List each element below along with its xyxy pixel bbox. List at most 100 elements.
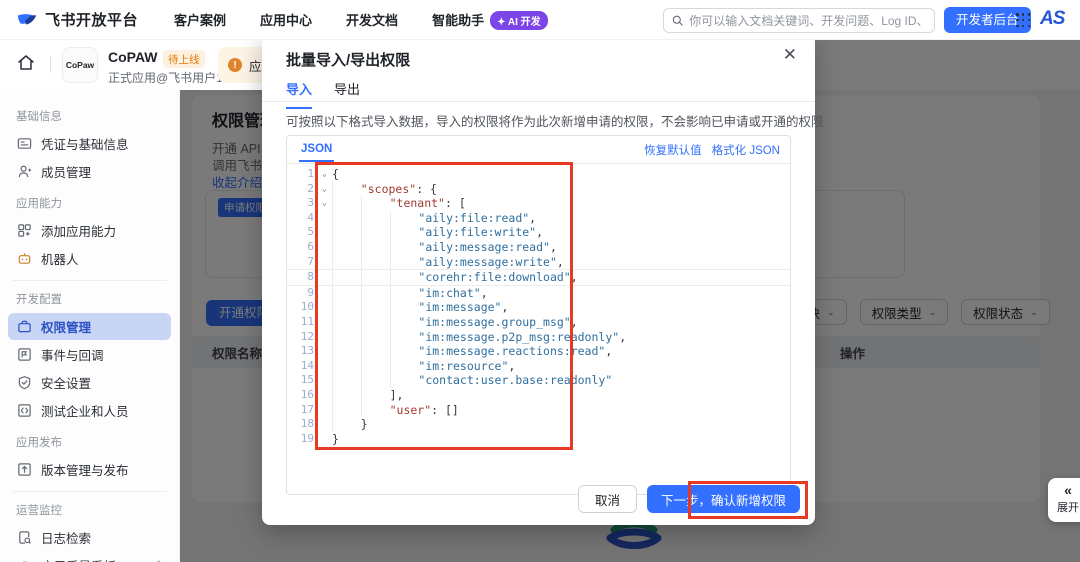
indent-guide [332, 182, 361, 197]
code-token: , [605, 344, 612, 359]
code-line[interactable]: 12"im:message.p2p_msg:readonly", [287, 330, 790, 345]
close-icon[interactable]: ✕ [783, 46, 797, 63]
apps-grid-icon[interactable] [1016, 13, 1031, 28]
editor-actions: 恢复默认值 格式化 JSON [644, 142, 780, 158]
code-line[interactable]: 4"aily:file:read", [287, 211, 790, 226]
nav-item-appcenter[interactable]: 应用中心 [260, 10, 312, 29]
code-line[interactable]: 17"user": [] [287, 403, 790, 418]
indent-guide [361, 330, 390, 345]
home-icon[interactable] [16, 53, 40, 77]
modal-footer: 取消 下一步，确认新增权限 [578, 485, 800, 513]
code-line[interactable]: 13"im:message.reactions:read", [287, 344, 790, 359]
indent-guide [361, 225, 390, 240]
code-line[interactable]: 5"aily:file:write", [287, 225, 790, 240]
code-line[interactable]: 19} [287, 432, 790, 447]
indent-guide [390, 255, 419, 270]
indent-guide [390, 344, 419, 359]
code-token: , [501, 300, 508, 315]
sidebar-item-events[interactable]: 事件与回调 [8, 341, 171, 368]
nav-item-docs[interactable]: 开发文档 [346, 10, 398, 29]
fold-chevron-icon[interactable]: ⌄ [317, 196, 332, 211]
code-line[interactable]: 2⌄"scopes": { [287, 182, 790, 197]
brand-logo[interactable]: 飞书开放平台 [16, 9, 138, 30]
app-name: CoPAW [108, 49, 158, 65]
fold-gutter [317, 300, 332, 315]
sidebar-item-logs[interactable]: 日志检索 [8, 524, 171, 551]
code-line[interactable]: 1⌄{ [287, 167, 790, 182]
sidebar-item-add-capability[interactable]: 添加应用能力 [8, 217, 171, 244]
indent-guide [361, 196, 390, 211]
code-token: "im:chat" [418, 286, 480, 301]
sidebar-item-test-org[interactable]: 测试企业和人员 [8, 397, 171, 424]
nav-item-cases[interactable]: 客户案例 [174, 10, 226, 29]
fold-gutter [317, 240, 332, 255]
sidebar-item-version-release[interactable]: 版本管理与发布 [8, 456, 171, 483]
indent-guide [390, 286, 419, 301]
ai-dev-badge: ✦ AI 开发 [490, 11, 548, 30]
indent-guide [390, 300, 419, 315]
code-token: } [361, 417, 368, 432]
code-token: "aily:file:read" [418, 211, 529, 226]
indent-guide [361, 211, 390, 226]
batch-import-export-modal: 批量导入/导出权限 ✕ 导入 导出 可按照以下格式导入数据，导入的权限将作为此次… [262, 33, 815, 525]
indent-guide [361, 403, 390, 418]
code-token: "scopes" [361, 182, 416, 197]
briefcase-icon [16, 319, 32, 335]
indent-guide [332, 315, 361, 330]
sidebar-item-label: 测试企业和人员 [41, 401, 129, 420]
code-token: : [] [431, 403, 459, 418]
sidebar-item-members[interactable]: 成员管理 [8, 158, 171, 185]
restore-default-link[interactable]: 恢复默认值 [644, 142, 702, 158]
indent-guide [390, 211, 419, 226]
expand-label: 展开 [1048, 499, 1080, 515]
code-token: "user" [390, 403, 432, 418]
sidebar-item-label: 安全设置 [41, 373, 91, 392]
tab-import[interactable]: 导入 [286, 79, 312, 109]
code-line[interactable]: 7"aily:message:write", [287, 255, 790, 270]
expand-panel-button[interactable]: « 展开 [1048, 478, 1080, 522]
nav-item-assistant-label: 智能助手 [432, 13, 484, 28]
code-line[interactable]: 15"contact:user.base:readonly" [287, 373, 790, 388]
code-line[interactable]: 18} [287, 417, 790, 432]
code-line[interactable]: 8"corehr:file:download", [287, 269, 790, 286]
line-number: 8 [287, 270, 317, 285]
code-token: "aily:file:write" [418, 225, 536, 240]
confirm-next-button[interactable]: 下一步，确认新增权限 [647, 485, 800, 513]
line-number: 15 [287, 373, 317, 388]
divider [12, 280, 167, 281]
indent-guide [390, 359, 419, 374]
format-json-link[interactable]: 格式化 JSON [712, 142, 780, 158]
fold-gutter [317, 315, 332, 330]
code-line[interactable]: 6"aily:message:read", [287, 240, 790, 255]
sidebar-item-quality-board[interactable]: 应用质量看板 ⌃ [8, 552, 171, 562]
sidebar-item-label: 成员管理 [41, 162, 91, 181]
fold-chevron-icon[interactable]: ⌄ [317, 182, 332, 197]
divider [262, 101, 815, 102]
line-number: 12 [287, 330, 317, 345]
fold-chevron-icon[interactable]: ⌄ [317, 167, 332, 182]
indent-guide [390, 240, 419, 255]
editor-tab-json[interactable]: JSON [299, 137, 334, 162]
code-line[interactable]: 9"im:chat", [287, 286, 790, 301]
code-line[interactable]: 16], [287, 388, 790, 403]
robot-icon [16, 251, 32, 267]
sidebar-item-permissions[interactable]: 权限管理 [8, 313, 171, 340]
sidebar-item-bot[interactable]: 机器人 [8, 245, 171, 272]
sidebar-item-security[interactable]: 安全设置 [8, 369, 171, 396]
publish-icon [16, 462, 32, 478]
code-line[interactable]: 10"im:message", [287, 300, 790, 315]
indent-guide [361, 286, 390, 301]
avatar[interactable]: AS [1040, 8, 1064, 30]
indent-guide [390, 225, 419, 240]
code-line[interactable]: 11"im:message.group_msg", [287, 315, 790, 330]
sidebar-item-credentials[interactable]: 凭证与基础信息 [8, 130, 171, 157]
nav-item-assistant[interactable]: 智能助手 ✦ AI 开发 [432, 10, 548, 30]
search-input[interactable]: 你可以输入文档关键词、开发问题、Log ID、错误码 [663, 8, 935, 33]
cancel-button[interactable]: 取消 [578, 485, 637, 513]
code-brackets-icon [16, 403, 32, 419]
code-line[interactable]: 3⌄"tenant": [ [287, 196, 790, 211]
code-line[interactable]: 14"im:resource", [287, 359, 790, 374]
code-lines[interactable]: 1⌄{2⌄"scopes": {3⌄"tenant": [4"aily:file… [287, 167, 790, 463]
tab-export[interactable]: 导出 [334, 79, 360, 109]
line-number: 5 [287, 225, 317, 240]
